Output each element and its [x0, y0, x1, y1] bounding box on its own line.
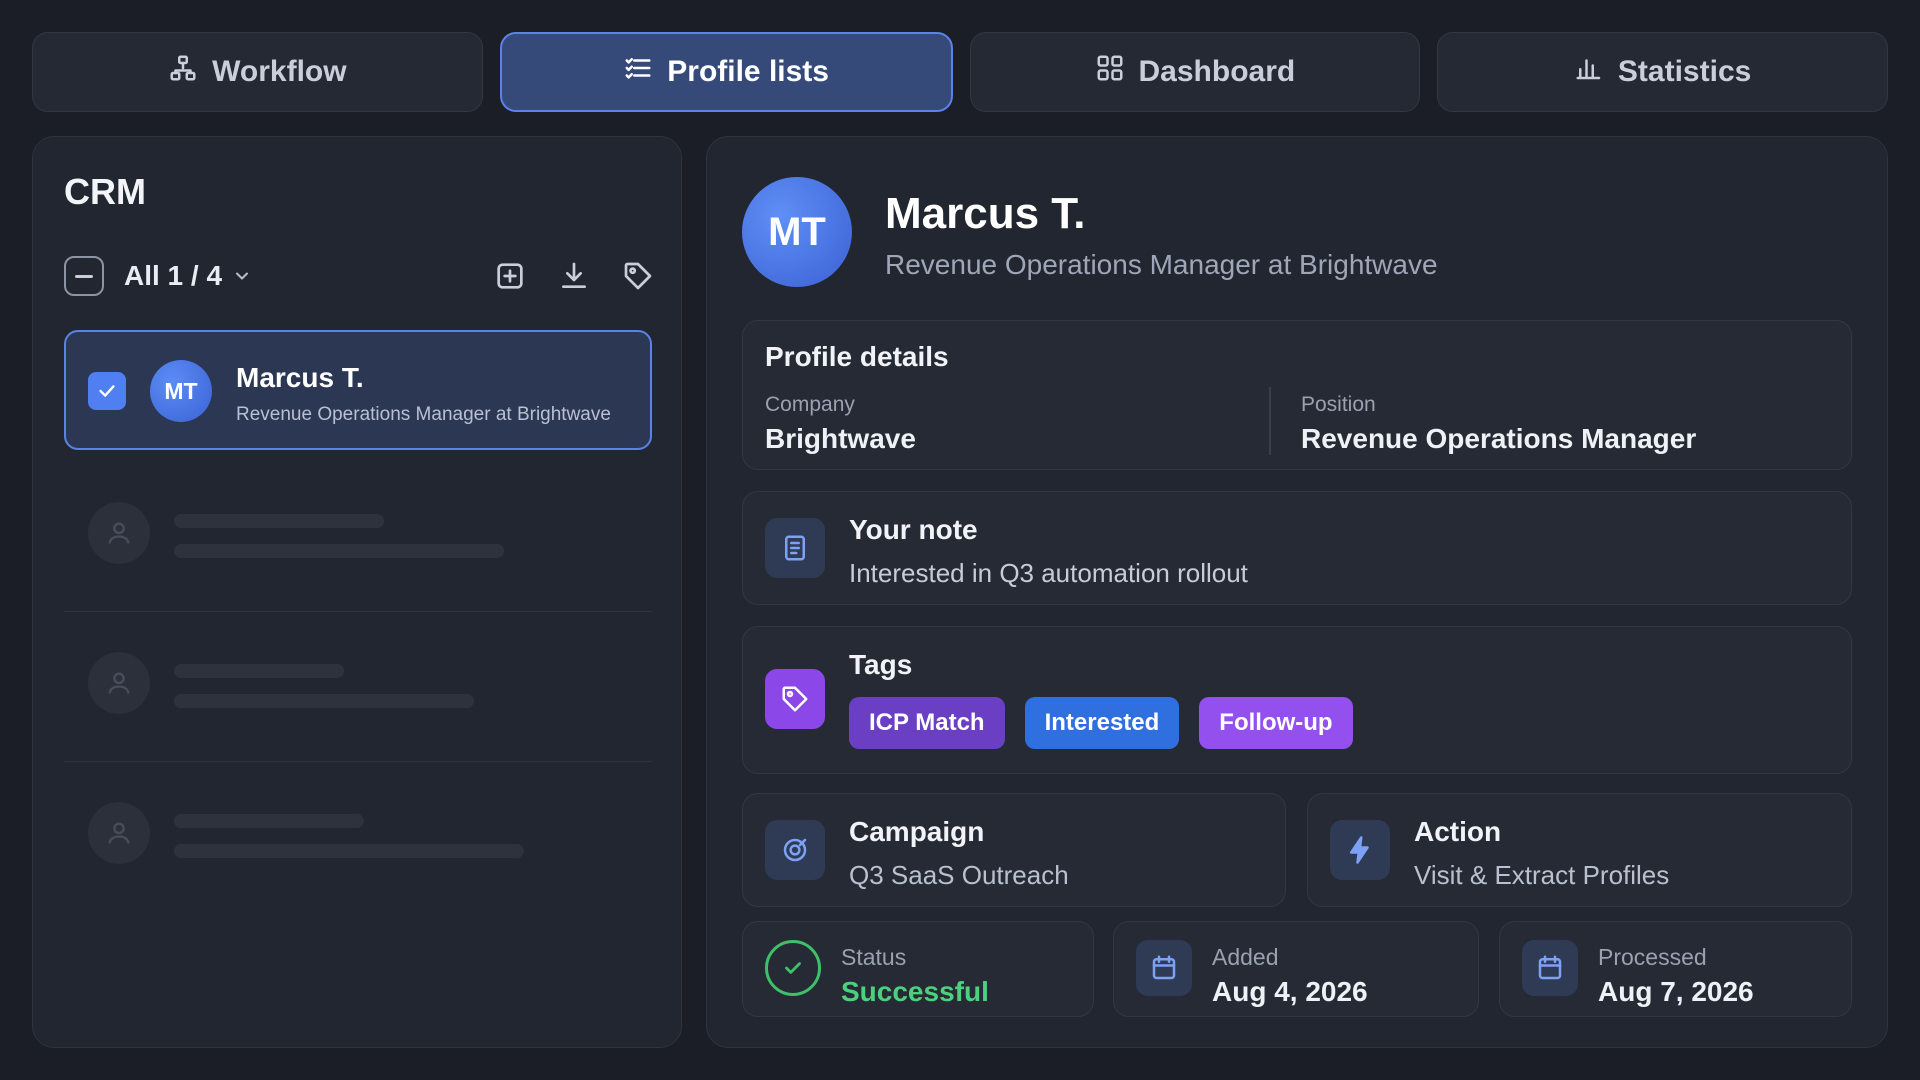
top-tabs: Workflow Profile lists Dashboard Statist… [32, 32, 1888, 112]
skeleton-line [174, 544, 504, 558]
processed-label: Processed [1598, 944, 1707, 970]
workflow-icon [168, 53, 198, 91]
row-checkbox[interactable] [88, 372, 126, 410]
calendar-icon [1136, 940, 1192, 996]
tab-label: Profile lists [667, 55, 829, 88]
tab-label: Dashboard [1138, 55, 1296, 88]
tab-profile-lists[interactable]: Profile lists [499, 32, 953, 112]
tab-statistics[interactable]: Statistics [1437, 32, 1888, 112]
placeholder-row [64, 462, 652, 612]
profile-detail-panel: MT Marcus T. Revenue Operations Manager … [706, 136, 1888, 1048]
bar-chart-icon [1574, 53, 1604, 91]
list-icon [623, 53, 653, 91]
minus-icon [75, 274, 93, 278]
tab-dashboard[interactable]: Dashboard [969, 32, 1421, 112]
selection-filter-label[interactable]: All 1 / 4 [124, 260, 222, 292]
divider [1269, 387, 1271, 455]
profile-list-item-selected[interactable]: MT Marcus T. Revenue Operations Manager … [64, 330, 652, 450]
crm-panel: CRM All 1 / 4 MT Marcus T. Revenue Opera… [32, 136, 682, 1048]
tags-title: Tags [849, 649, 913, 680]
grid-icon [1095, 53, 1125, 91]
added-date-card: Added Aug 4, 2026 [1113, 921, 1479, 1017]
position-label: Position [1301, 393, 1376, 416]
skeleton-line [174, 664, 344, 678]
profile-name: Marcus T. [885, 189, 1086, 238]
skeleton-line [174, 514, 384, 528]
skeleton-line [174, 814, 364, 828]
position-field: Position Revenue Operations Manager [1301, 393, 1696, 455]
crm-title: CRM [64, 171, 146, 212]
added-label: Added [1212, 944, 1279, 970]
calendar-icon [1522, 940, 1578, 996]
processed-value: Aug 7, 2026 [1598, 976, 1754, 1007]
tag-icon[interactable] [622, 260, 654, 292]
action-value: Visit & Extract Profiles [1414, 860, 1670, 890]
download-icon[interactable] [558, 260, 590, 292]
company-field: Company Brightwave [765, 393, 916, 455]
status-label: Status [841, 944, 907, 970]
target-icon [765, 820, 825, 880]
profile-details-card: Profile details Company Brightwave Posit… [742, 320, 1852, 470]
added-value: Aug 4, 2026 [1212, 976, 1368, 1007]
list-toolbar: All 1 / 4 [64, 255, 654, 297]
note-title: Your note [849, 514, 978, 545]
campaign-value: Q3 SaaS Outreach [849, 860, 1069, 890]
lightning-icon [1330, 820, 1390, 880]
tab-label: Statistics [1617, 55, 1752, 88]
tag-icon [765, 669, 825, 729]
note-card[interactable]: Your note Interested in Q3 automation ro… [742, 491, 1852, 605]
skeleton-line [174, 844, 524, 858]
tag-chip-interested[interactable]: Interested [1024, 697, 1180, 749]
campaign-title: Campaign [849, 816, 985, 847]
toolbar-actions [494, 260, 654, 292]
note-text: Interested in Q3 automation rollout [849, 558, 1248, 588]
skeleton-line [174, 694, 474, 708]
campaign-card[interactable]: Campaign Q3 SaaS Outreach [742, 793, 1286, 907]
profile-headline: Revenue Operations Manager at Brightwave [885, 249, 1438, 280]
check-circle-icon [765, 940, 821, 996]
avatar: MT [150, 360, 212, 422]
app-root: Workflow Profile lists Dashboard Statist… [0, 0, 1920, 1080]
add-square-icon[interactable] [494, 260, 526, 292]
placeholder-row [64, 762, 652, 912]
tag-chip-icp-match[interactable]: ICP Match [849, 697, 1005, 749]
avatar: MT [742, 177, 852, 287]
user-placeholder-icon [88, 502, 150, 564]
placeholder-row [64, 612, 652, 762]
profile-name: Marcus T. [236, 362, 364, 393]
tags-card: Tags ICP Match Interested Follow-up [742, 626, 1852, 774]
tab-workflow[interactable]: Workflow [32, 32, 483, 112]
section-title: Profile details [765, 341, 949, 372]
status-value: Successful [841, 976, 989, 1007]
chevron-down-icon[interactable] [232, 266, 252, 286]
tag-list: ICP Match Interested Follow-up [849, 697, 1353, 749]
position-value: Revenue Operations Manager [1301, 423, 1697, 454]
user-placeholder-icon [88, 652, 150, 714]
action-title: Action [1414, 816, 1502, 847]
profile-headline: Revenue Operations Manager at Brightwave [236, 404, 611, 425]
status-card: Status Successful [742, 921, 1094, 1017]
processed-date-card: Processed Aug 7, 2026 [1499, 921, 1852, 1017]
deselect-all-checkbox[interactable] [64, 256, 104, 296]
action-card[interactable]: Action Visit & Extract Profiles [1307, 793, 1852, 907]
company-label: Company [765, 393, 855, 416]
user-placeholder-icon [88, 802, 150, 864]
note-icon [765, 518, 825, 578]
tab-label: Workflow [212, 55, 347, 88]
check-icon [99, 385, 115, 397]
tag-chip-follow-up[interactable]: Follow-up [1199, 697, 1353, 749]
company-value: Brightwave [765, 423, 916, 454]
